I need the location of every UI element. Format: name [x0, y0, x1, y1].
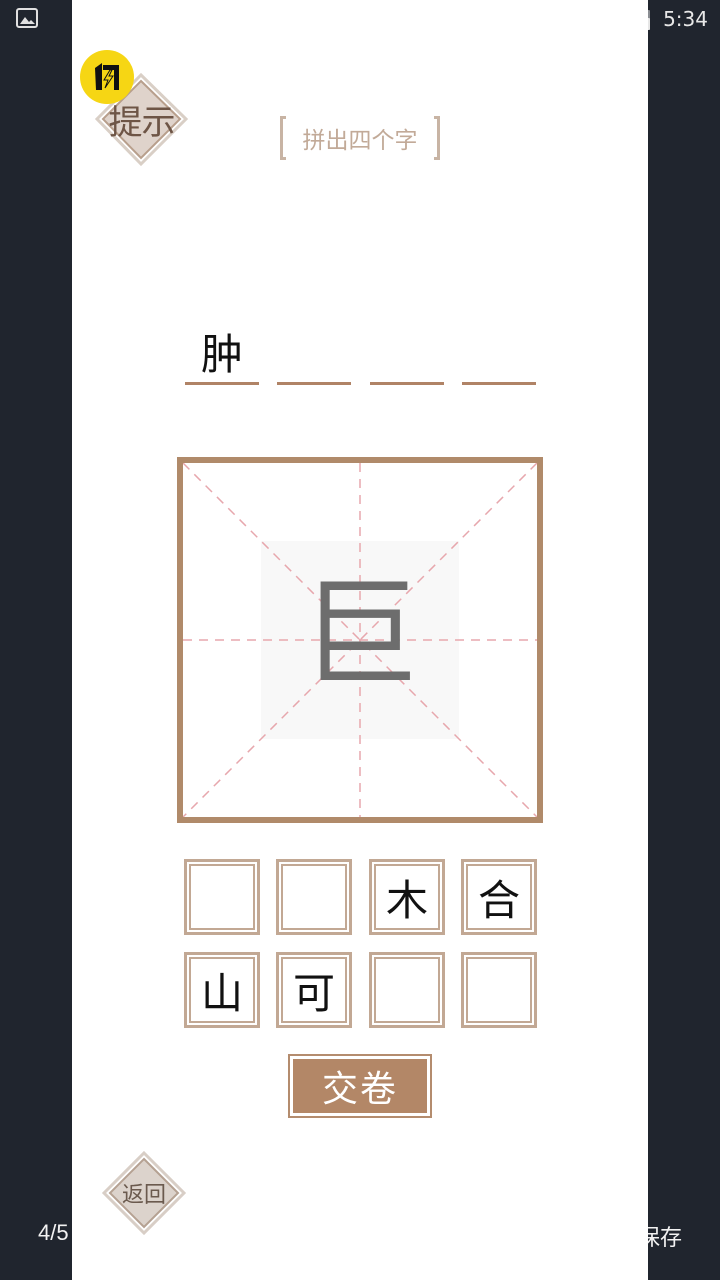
answer-row: 肿 — [185, 320, 537, 385]
tile-5-label: 山 — [189, 957, 255, 1023]
tile-2[interactable] — [276, 859, 352, 935]
tile-1[interactable] — [184, 859, 260, 935]
tile-4-label: 合 — [466, 864, 532, 930]
shandian-logo-icon — [80, 50, 134, 104]
puzzle-title-text: 拼出四个字 — [302, 128, 418, 154]
tile-3-label: 木 — [374, 864, 440, 930]
answer-slot-2[interactable] — [277, 320, 351, 385]
tile-1-label — [189, 864, 255, 930]
answer-slot-1[interactable]: 肿 — [185, 320, 259, 385]
lightning-logo-glyph — [95, 63, 119, 90]
tile-2-label — [281, 864, 347, 930]
tile-5[interactable]: 山 — [184, 952, 260, 1028]
tile-4[interactable]: 合 — [461, 859, 537, 935]
game-panel: 提示 拼出四个字 肿 巨 木 合 山 可 交卷 返回 — [72, 0, 648, 1280]
answer-slot-3[interactable] — [370, 320, 444, 385]
tile-7-label — [374, 957, 440, 1023]
right-bracket — [434, 116, 440, 160]
gallery-icon — [16, 8, 38, 28]
tile-6[interactable]: 可 — [276, 952, 352, 1028]
mi-grid: 巨 — [183, 463, 537, 817]
tile-8-label — [466, 957, 532, 1023]
submit-button[interactable]: 交卷 — [288, 1054, 432, 1118]
tile-grid: 木 合 山 可 — [184, 859, 538, 1029]
puzzle-title: 拼出四个字 — [280, 116, 440, 160]
page-counter: 4/5 — [38, 1220, 69, 1245]
tile-3[interactable]: 木 — [369, 859, 445, 935]
tile-8[interactable] — [461, 952, 537, 1028]
back-button[interactable]: 返回 — [101, 1150, 187, 1236]
tile-7[interactable] — [369, 952, 445, 1028]
submit-label: 交卷 — [293, 1059, 427, 1113]
character-grid: 巨 — [177, 457, 543, 823]
back-label: 返回 — [121, 1183, 166, 1208]
tile-6-label: 可 — [281, 957, 347, 1023]
left-bracket — [280, 116, 286, 160]
current-glyph: 巨 — [301, 565, 419, 703]
answer-slot-4[interactable] — [462, 320, 536, 385]
status-time: 5:34 — [663, 7, 708, 31]
